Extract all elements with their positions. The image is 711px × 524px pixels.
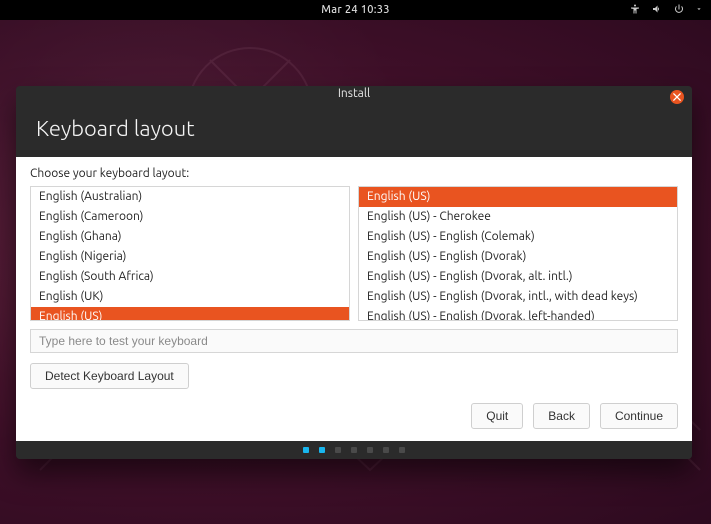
layout-list[interactable]: English (Australian)English (Cameroon)En… bbox=[30, 186, 350, 321]
window-titlebar: Install bbox=[16, 86, 692, 102]
desktop: Mar 24 10:33 Install Keyboard layout bbox=[0, 0, 711, 524]
variant-list[interactable]: English (US)English (US) - CherokeeEngli… bbox=[358, 186, 678, 321]
list-item[interactable]: English (US) bbox=[31, 307, 349, 321]
progress-dot bbox=[351, 447, 357, 453]
list-item[interactable]: English (Ghana) bbox=[31, 227, 349, 247]
list-item[interactable]: English (Australian) bbox=[31, 187, 349, 207]
close-button[interactable] bbox=[670, 90, 684, 104]
list-item[interactable]: English (US) - English (Dvorak, alt. int… bbox=[359, 267, 677, 287]
progress-dot bbox=[399, 447, 405, 453]
a11y-icon[interactable] bbox=[629, 3, 641, 18]
list-item[interactable]: English (US) - English (Dvorak, intl., w… bbox=[359, 287, 677, 307]
status-area[interactable] bbox=[629, 0, 703, 20]
list-item[interactable]: English (UK) bbox=[31, 287, 349, 307]
list-item[interactable]: English (US) - English (Colemak) bbox=[359, 227, 677, 247]
installer-window: Install Keyboard layout Choose your keyb… bbox=[16, 86, 692, 459]
keyboard-test-input[interactable] bbox=[30, 329, 678, 353]
list-item[interactable]: English (Nigeria) bbox=[31, 247, 349, 267]
progress-dot bbox=[367, 447, 373, 453]
volume-icon[interactable] bbox=[651, 3, 663, 18]
power-icon[interactable] bbox=[673, 3, 685, 18]
list-item[interactable]: English (US) - Cherokee bbox=[359, 207, 677, 227]
keyboard-lists: English (Australian)English (Cameroon)En… bbox=[30, 186, 678, 321]
gnome-topbar: Mar 24 10:33 bbox=[0, 0, 711, 20]
progress-dot bbox=[303, 447, 309, 453]
progress-dot bbox=[319, 447, 325, 453]
test-row bbox=[30, 329, 678, 353]
continue-button[interactable]: Continue bbox=[600, 403, 678, 429]
window-title: Install bbox=[338, 87, 370, 100]
content-area: Choose your keyboard layout: English (Au… bbox=[16, 157, 692, 441]
list-item[interactable]: English (US) - English (Dvorak, left-han… bbox=[359, 307, 677, 321]
list-item[interactable]: English (South Africa) bbox=[31, 267, 349, 287]
progress-dots bbox=[16, 441, 692, 459]
list-item[interactable]: English (Cameroon) bbox=[31, 207, 349, 227]
close-icon bbox=[673, 93, 681, 101]
list-item[interactable]: English (US) - English (Dvorak) bbox=[359, 247, 677, 267]
detect-row: Detect Keyboard Layout bbox=[30, 363, 678, 389]
nav-buttons: Quit Back Continue bbox=[30, 403, 678, 429]
list-item[interactable]: English (US) bbox=[359, 187, 677, 207]
prompt-label: Choose your keyboard layout: bbox=[30, 167, 678, 180]
progress-dot bbox=[335, 447, 341, 453]
detect-layout-button[interactable]: Detect Keyboard Layout bbox=[30, 363, 189, 389]
chevron-down-icon[interactable] bbox=[695, 4, 703, 16]
quit-button[interactable]: Quit bbox=[471, 403, 523, 429]
back-button[interactable]: Back bbox=[533, 403, 590, 429]
clock: Mar 24 10:33 bbox=[321, 4, 389, 16]
progress-dot bbox=[383, 447, 389, 453]
page-heading: Keyboard layout bbox=[16, 102, 692, 157]
